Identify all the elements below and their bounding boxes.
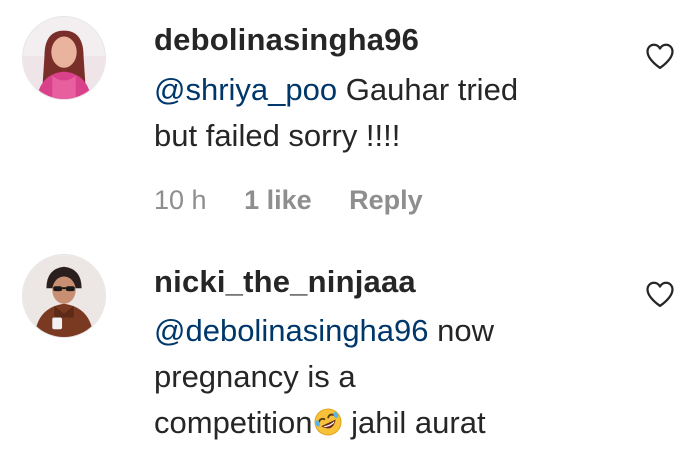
avatar[interactable]: [22, 254, 106, 338]
mention-link[interactable]: @debolinasingha96: [154, 313, 429, 348]
profile-photo-icon: [23, 17, 105, 99]
comment-text-segment: now: [428, 313, 495, 348]
avatar[interactable]: [22, 16, 106, 100]
heart-outline-icon[interactable]: [645, 42, 675, 70]
comment-text-segment: pregnancy is a: [154, 359, 356, 394]
mention-link[interactable]: @shriya_poo: [154, 72, 337, 107]
comment-text: @debolinasingha96 now pregnancy is a com…: [154, 308, 624, 446]
reply-button[interactable]: Reply: [349, 185, 423, 215]
comment-timestamp: 10 h: [154, 185, 207, 215]
comment-like-count[interactable]: 1 like: [244, 185, 312, 215]
comment-text: @shriya_poo Gauhar tried but failed sorr…: [154, 67, 624, 159]
comment-text-segment: Gauhar tried: [337, 72, 519, 107]
comment-text-segment: but failed sorry !!!!: [154, 118, 401, 153]
comment-text-segment: competition: [154, 405, 313, 440]
comment-item: nicki_the_ninjaaa @debolinasingha96 now …: [0, 240, 700, 462]
comment-text-segment: jahil aurat: [342, 405, 486, 440]
profile-photo-icon: [23, 255, 105, 337]
comment-body: nicki_the_ninjaaa @debolinasingha96 now …: [154, 262, 624, 446]
rolling-on-floor-laughing-emoji: [313, 404, 343, 436]
comment-body: debolinasingha96 @shriya_poo Gauhar trie…: [154, 20, 624, 159]
comment-username[interactable]: nicki_the_ninjaaa: [154, 262, 624, 302]
comment-meta: 10 h 1 like Reply: [154, 185, 423, 215]
comment-item: debolinasingha96 @shriya_poo Gauhar trie…: [0, 0, 700, 240]
comment-username[interactable]: debolinasingha96: [154, 20, 624, 60]
heart-outline-icon[interactable]: [645, 280, 675, 308]
